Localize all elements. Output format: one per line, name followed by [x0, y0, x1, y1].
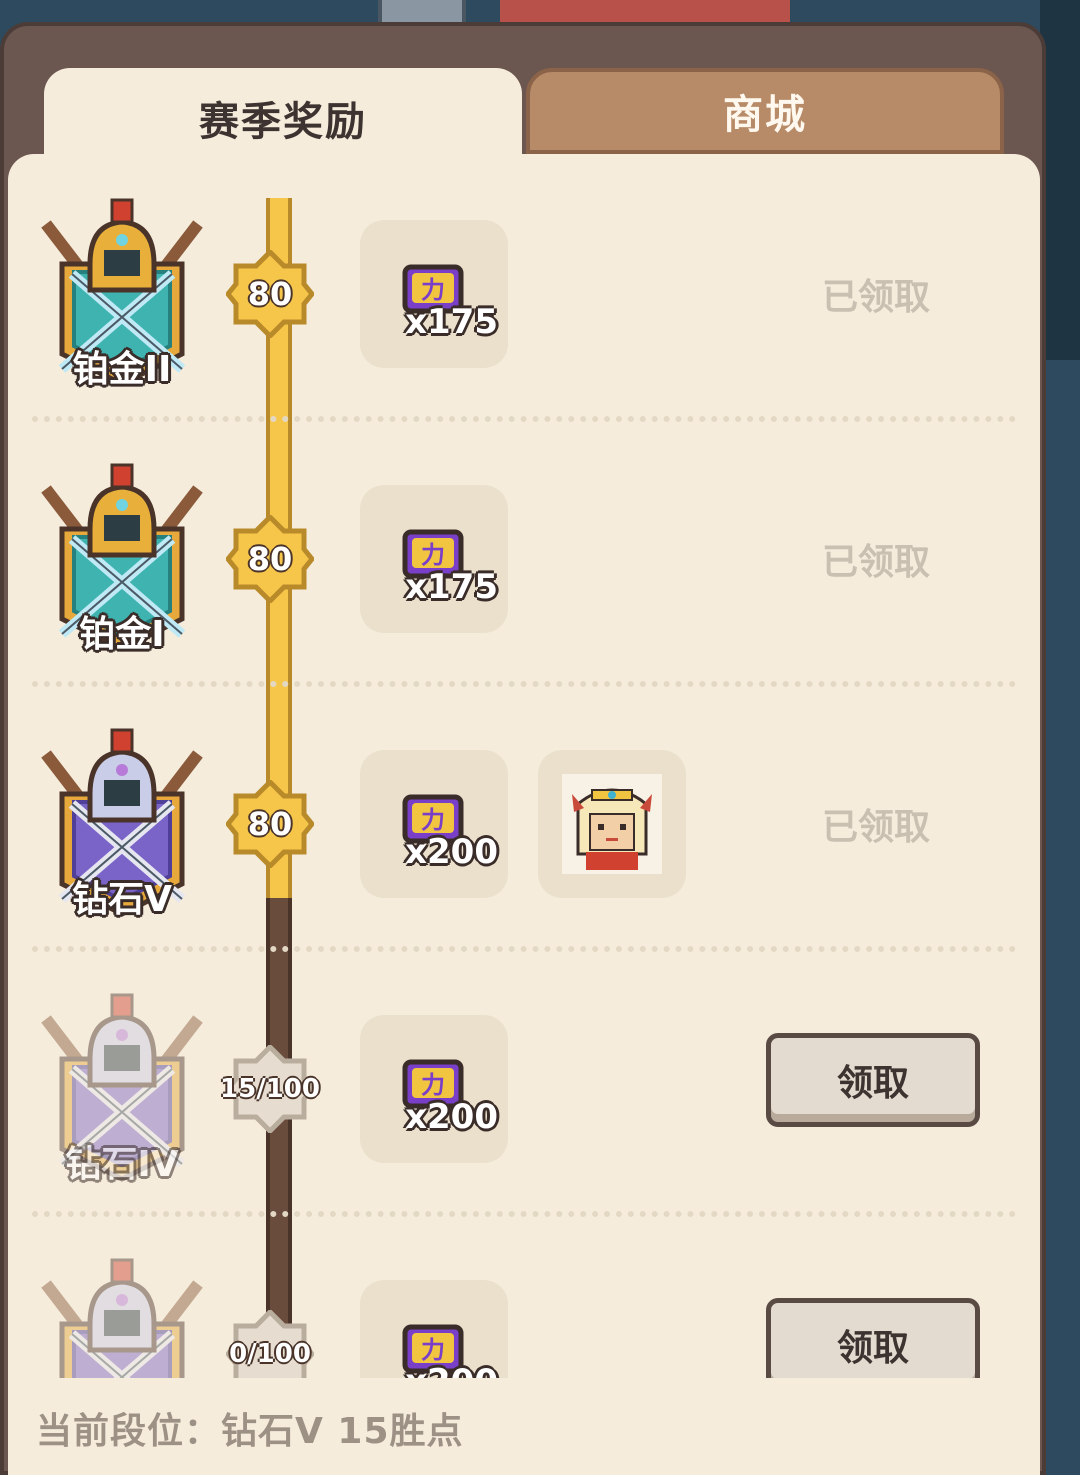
- reward-quantity: x200: [405, 1097, 498, 1137]
- reward-quantity: x175: [405, 567, 498, 607]
- claim-button-label: 领取: [836, 1063, 909, 1104]
- reward-quantity: x175: [405, 302, 498, 342]
- tab-shop-label: 商城: [723, 92, 807, 138]
- reward-item-slot[interactable]: 力 x200: [360, 1280, 508, 1378]
- rank-emblem: 钻石III: [32, 1254, 212, 1378]
- current-rank-text: 当前段位：钻石Ⅴ 15胜点: [36, 1411, 464, 1452]
- rank-emblem: 铂金I: [32, 459, 212, 659]
- svg-text:力: 力: [421, 806, 445, 834]
- svg-text:力: 力: [421, 1336, 445, 1364]
- progress-value: 0/100: [229, 1339, 311, 1369]
- tab-season-rewards[interactable]: 赛季奖励: [44, 68, 522, 168]
- progress-node: 80: [224, 513, 316, 605]
- reward-item-slot[interactable]: 力 x175: [360, 220, 508, 368]
- progress-value: 80: [247, 540, 293, 578]
- reward-item-slot[interactable]: 力 x200: [360, 1015, 508, 1163]
- claimed-label: 已领取: [821, 277, 930, 318]
- claimed-label: 已领取: [821, 542, 930, 583]
- rank-name: 钻石IV: [65, 1144, 179, 1185]
- rank-name: 钻石V: [72, 879, 172, 920]
- claim-button[interactable]: 领取: [766, 1033, 980, 1127]
- reward-item-slot[interactable]: [538, 750, 686, 898]
- rank-emblem: 铂金II: [32, 194, 212, 394]
- claim-button-label: 领取: [836, 1328, 909, 1369]
- progress-node: 15/100: [220, 1043, 320, 1135]
- svg-text:力: 力: [421, 276, 445, 304]
- progress-node: 80: [224, 248, 316, 340]
- reward-row: 铂金I 80 力 x175 已领取: [8, 419, 1040, 687]
- claimed-label: 已领取: [821, 807, 930, 848]
- progress-value: 15/100: [220, 1074, 320, 1104]
- tab-season-rewards-label: 赛季奖励: [199, 99, 367, 145]
- background-edge: [1040, 0, 1080, 360]
- progress-value: 80: [247, 805, 293, 843]
- reward-quantity: x200: [405, 1362, 498, 1378]
- reward-row: 铂金II 80 力 x175 已领取: [8, 154, 1040, 422]
- rank-emblem: 钻石IV: [32, 989, 212, 1189]
- reward-item-slot[interactable]: 力 x175: [360, 485, 508, 633]
- progress-node: 80: [224, 778, 316, 870]
- reward-quantity: x200: [405, 832, 498, 872]
- hero-avatar-icon: [562, 774, 662, 874]
- claim-button[interactable]: 领取: [766, 1298, 980, 1378]
- rank-name: 铂金I: [79, 614, 165, 655]
- tab-shop[interactable]: 商城: [526, 68, 1004, 154]
- rank-name: 铂金II: [72, 349, 172, 390]
- svg-text:力: 力: [421, 541, 445, 569]
- reward-row: 钻石V 80 力 x200 已领取: [8, 684, 1040, 952]
- reward-row: 钻石IV 15/100 力 x200 领取: [8, 949, 1040, 1217]
- svg-text:力: 力: [421, 1071, 445, 1099]
- progress-node: 0/100: [224, 1308, 316, 1378]
- reward-list[interactable]: 铂金II 80 力 x175 已领取 铂金I 80 力 x175 已领取 钻石V…: [8, 154, 1040, 1378]
- progress-value: 80: [247, 275, 293, 313]
- reward-row: 钻石III 0/100 力 x200 领取: [8, 1214, 1040, 1378]
- reward-item-slot[interactable]: 力 x200: [360, 750, 508, 898]
- rank-emblem: 钻石V: [32, 724, 212, 924]
